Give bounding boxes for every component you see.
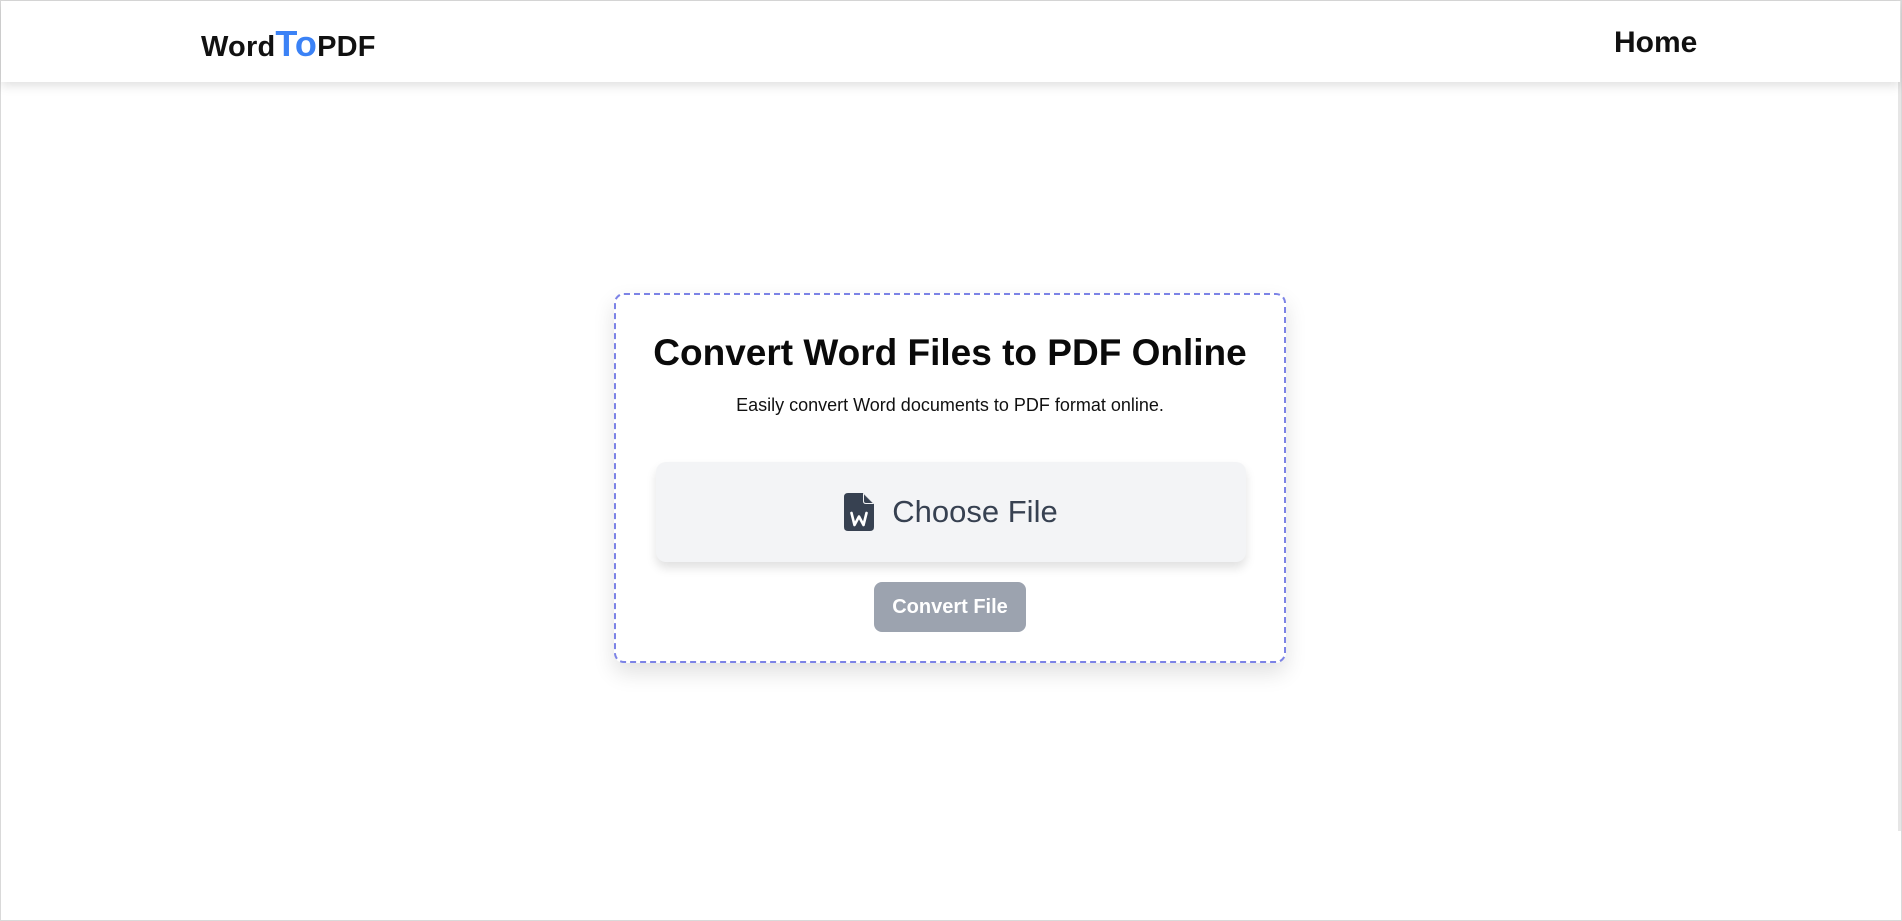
page-title: Convert Word Files to PDF Online	[653, 332, 1247, 373]
logo-to: To	[275, 23, 318, 64]
page: WordToPDF Home Convert Word Files to PDF…	[0, 0, 1902, 921]
logo-pdf: PDF	[317, 31, 376, 63]
page-subtitle: Easily convert Word documents to PDF for…	[736, 395, 1164, 415]
site-logo[interactable]: WordToPDF	[201, 25, 376, 66]
logo-word: Word	[201, 31, 276, 63]
upload-card: Convert Word Files to PDF Online Easily …	[614, 293, 1286, 663]
nav-home-link[interactable]: Home	[1614, 23, 1697, 63]
convert-file-button[interactable]: Convert File	[874, 582, 1026, 632]
word-file-icon	[844, 493, 875, 531]
choose-file-label: Choose File	[892, 494, 1058, 529]
choose-file-button[interactable]: Choose File	[656, 462, 1246, 562]
site-header: WordToPDF Home	[1, 1, 1900, 82]
scrollbar[interactable]	[1898, 1, 1901, 831]
